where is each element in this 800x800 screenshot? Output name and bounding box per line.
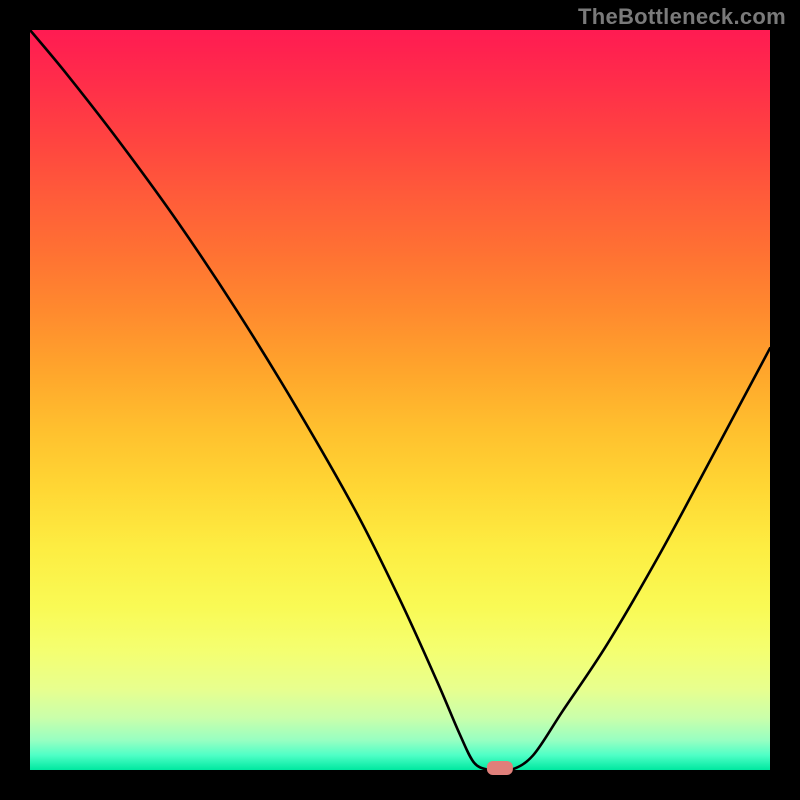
chart-frame: TheBottleneck.com <box>0 0 800 800</box>
plot-area <box>30 30 770 770</box>
chart-svg <box>30 30 770 770</box>
bottleneck-curve <box>30 30 770 771</box>
optimal-point-marker <box>487 761 513 775</box>
watermark-text: TheBottleneck.com <box>578 4 786 30</box>
